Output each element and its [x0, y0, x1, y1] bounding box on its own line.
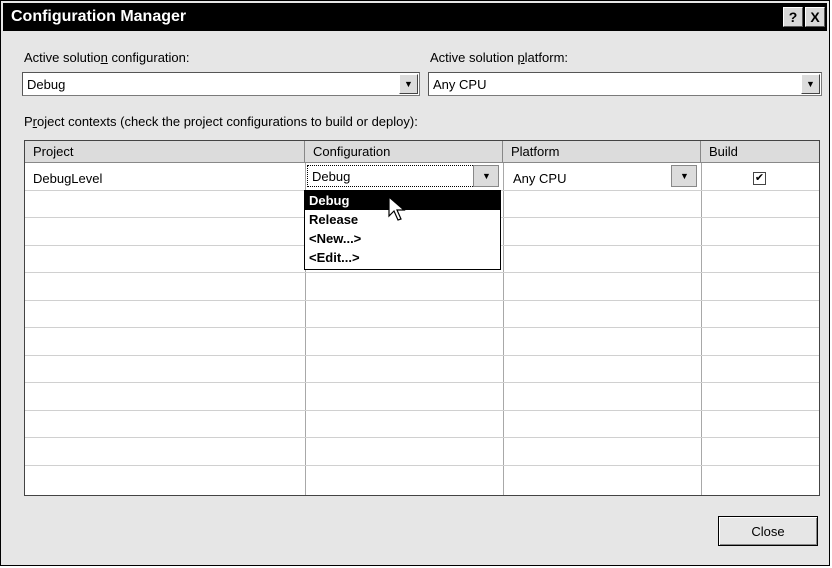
title-bar: Configuration Manager ? X	[3, 3, 827, 31]
chevron-down-icon[interactable]: ▼	[399, 74, 418, 94]
column-divider	[503, 163, 504, 495]
active-platform-select[interactable]: Any CPU ▼	[428, 72, 822, 96]
project-contexts-label: Project contexts (check the project conf…	[24, 114, 418, 129]
help-button[interactable]: ?	[783, 7, 803, 27]
close-button[interactable]: Close	[718, 516, 818, 546]
project-name-cell: DebugLevel	[33, 171, 103, 186]
active-platform-label: Active solution platform:	[430, 50, 568, 65]
row-divider	[25, 300, 819, 301]
active-platform-value: Any CPU	[433, 77, 487, 92]
row-divider	[25, 382, 819, 383]
chevron-down-icon: ▼	[482, 171, 491, 181]
row-divider	[25, 327, 819, 328]
mouse-pointer-icon	[388, 196, 406, 221]
active-config-label-text: Active solution configuration:	[24, 50, 190, 65]
configuration-cell-select[interactable]: Debug	[307, 165, 499, 187]
platform-dropdown-button[interactable]: ▼	[671, 165, 697, 187]
row-divider	[25, 410, 819, 411]
chevron-down-icon: ▼	[680, 171, 689, 181]
column-header-project[interactable]: Project	[25, 141, 305, 163]
project-contexts-label-text: Project contexts (check the project conf…	[24, 114, 418, 129]
active-config-value: Debug	[27, 77, 66, 92]
dialog-title: Configuration Manager	[11, 8, 187, 25]
close-window-button[interactable]: X	[805, 7, 825, 27]
platform-cell-value: Any CPU	[513, 171, 567, 186]
row-divider	[25, 355, 819, 356]
column-header-platform[interactable]: Platform	[503, 141, 701, 163]
chevron-down-icon[interactable]: ▼	[801, 74, 820, 94]
row-divider	[25, 465, 819, 466]
active-config-select[interactable]: Debug ▼	[22, 72, 420, 96]
column-header-configuration[interactable]: Configuration	[305, 141, 503, 163]
dropdown-option-edit[interactable]: <Edit...>	[305, 248, 500, 267]
column-divider	[701, 163, 702, 495]
active-platform-label-text: Active solution platform:	[430, 50, 569, 65]
build-checkbox[interactable]: ✔	[753, 172, 766, 185]
row-divider	[25, 437, 819, 438]
active-config-label: Active solution configuration:	[24, 50, 190, 65]
column-header-build[interactable]: Build	[701, 141, 819, 163]
configuration-dropdown-button[interactable]: ▼	[473, 165, 499, 187]
row-divider	[25, 272, 819, 273]
dropdown-option-new[interactable]: <New...>	[305, 229, 500, 248]
configuration-cell-value: Debug	[312, 169, 351, 184]
